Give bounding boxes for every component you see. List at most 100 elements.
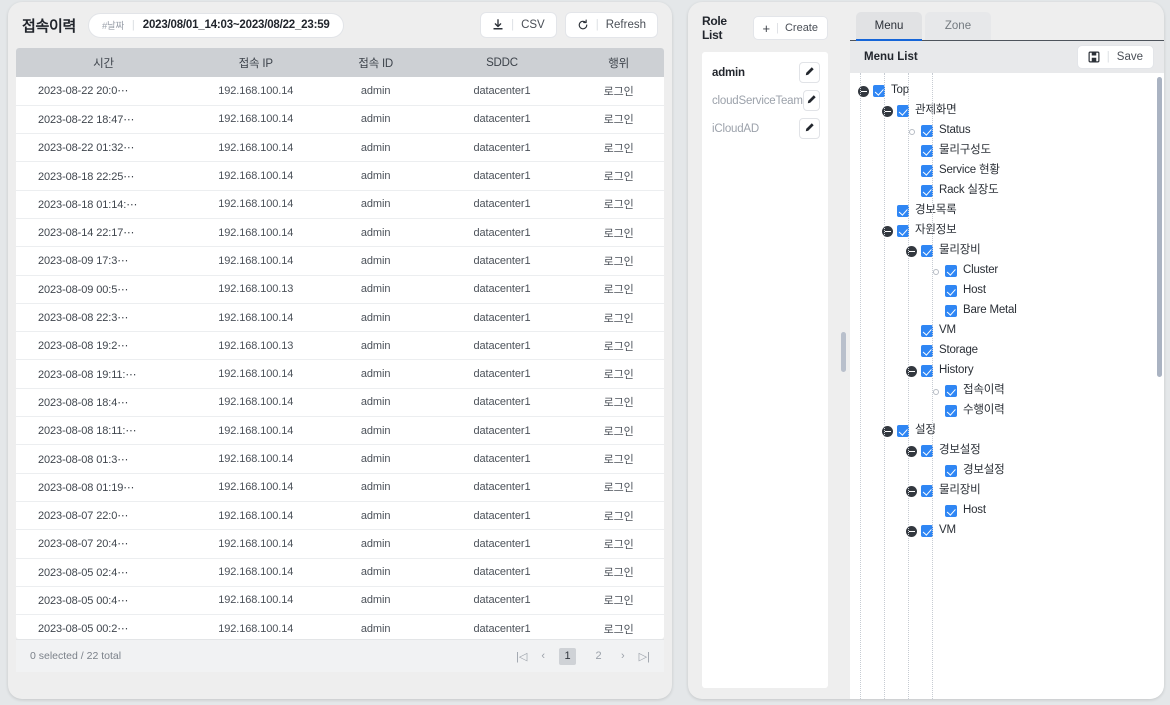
tree-node[interactable]: Rack 실장도 [850, 181, 1158, 201]
tree-node[interactable]: 경보설정 [850, 461, 1158, 481]
save-button[interactable]: | Save [1076, 45, 1154, 69]
refresh-button[interactable]: | Refresh [564, 12, 658, 38]
cell-id: admin [320, 246, 431, 276]
tree-node[interactable]: VM [850, 321, 1158, 341]
cell-id: admin [320, 359, 431, 389]
tab-zone[interactable]: Zone [925, 12, 991, 40]
table-row[interactable]: 2023-08-07 22:0⋯ 192.168.100.14 admin datac… [16, 501, 664, 531]
table-row[interactable]: 2023-08-18 22:25⋯ 192.168.100.14 admin data… [16, 161, 664, 191]
table-row[interactable]: 2023-08-08 01:3⋯ 192.168.100.14 admin datac… [16, 444, 664, 474]
cell-id: admin [320, 558, 431, 587]
tree-node-label: Top [891, 84, 909, 97]
page-button-1[interactable]: 1 [559, 647, 576, 665]
tree-node-label: 물리장비 [939, 244, 981, 257]
tree-checkbox[interactable] [945, 465, 957, 477]
prev-page-button[interactable]: ‹ [541, 650, 545, 662]
cell-action: 로그인 [573, 218, 664, 248]
column-header-sddc[interactable]: SDDC [430, 48, 574, 77]
edit-role-button[interactable] [799, 118, 820, 139]
column-header-id[interactable]: 접속 ID [320, 48, 431, 77]
cell-ip: 192.168.100.14 [190, 246, 321, 276]
table-row[interactable]: 2023-08-18 01:14:⋯ 192.168.100.14 admin dat… [16, 190, 664, 219]
table-row[interactable]: 2023-08-08 19:2⋯ 192.168.100.13 admin datac… [16, 331, 664, 361]
tree-checkbox[interactable] [945, 405, 957, 417]
tree-node-label: 물리구성도 [939, 144, 991, 157]
table-row[interactable]: 2023-08-08 18:11:⋯ 192.168.100.14 admin dat… [16, 416, 664, 446]
role-panel-scrollbar[interactable] [838, 2, 850, 699]
role-list-item[interactable]: admin [712, 60, 820, 85]
role-name: admin [712, 66, 745, 79]
table-row[interactable]: 2023-08-08 19:11:⋯ 192.168.100.14 admin dat… [16, 359, 664, 389]
date-range-filter[interactable]: #날짜 | 2023/08/01_14:03~2023/08/22_23:59 [88, 12, 344, 38]
role-name: iCloudAD [712, 122, 759, 135]
table-row[interactable]: 2023-08-07 20:4⋯ 192.168.100.14 admin datac… [16, 529, 664, 559]
tab-menu[interactable]: Menu [856, 12, 922, 41]
tree-node[interactable]: VM [850, 521, 1158, 541]
edit-role-button[interactable] [802, 90, 820, 111]
tree-checkbox[interactable] [945, 385, 957, 397]
csv-export-button[interactable]: | CSV [480, 12, 557, 38]
tree-node[interactable]: History [850, 361, 1158, 381]
table-row[interactable]: 2023-08-22 20:0⋯ 192.168.100.14 admin datac… [16, 77, 664, 106]
menu-tree-scrollbar[interactable] [1157, 77, 1162, 377]
tree-checkbox[interactable] [945, 285, 957, 297]
tree-node[interactable]: 물리구성도 [850, 141, 1158, 161]
csv-label: CSV [521, 19, 545, 31]
tree-node[interactable]: 수행이력 [850, 401, 1158, 421]
download-icon [492, 19, 504, 31]
tree-node[interactable]: Service 현황 [850, 161, 1158, 181]
first-page-button[interactable]: |◁ [516, 650, 527, 663]
table-row[interactable]: 2023-08-08 22:3⋯ 192.168.100.14 admin datac… [16, 303, 664, 333]
cell-id: admin [320, 303, 431, 333]
tree-node[interactable]: 물리장비 [850, 241, 1158, 261]
page-button-2[interactable]: 2 [590, 648, 607, 665]
tree-checkbox[interactable] [945, 505, 957, 517]
last-page-button[interactable]: ▷| [639, 650, 650, 663]
column-header-ip[interactable]: 접속 IP [190, 48, 321, 77]
tree-node[interactable]: 설정 [850, 421, 1158, 441]
cell-ip: 192.168.100.14 [190, 133, 321, 163]
column-header-action[interactable]: 행위 [573, 48, 664, 77]
tree-node[interactable]: Cluster [850, 261, 1158, 281]
table-row[interactable]: 2023-08-14 22:17⋯ 192.168.100.14 admin data… [16, 218, 664, 248]
tree-checkbox[interactable] [945, 265, 957, 277]
table-row[interactable]: 2023-08-09 00:5⋯ 192.168.100.13 admin datac… [16, 275, 664, 304]
table-row[interactable]: 2023-08-05 00:2⋯ 192.168.100.14 admin datac… [16, 614, 664, 639]
cell-sddc: datacenter1 [430, 416, 574, 446]
cell-time: 2023-08-07 22:0⋯ [16, 501, 191, 531]
table-row[interactable]: 2023-08-22 18:47⋯ 192.168.100.14 admin data… [16, 105, 664, 135]
tree-node[interactable]: 관제화면 [850, 101, 1158, 121]
tree-node[interactable]: Storage [850, 341, 1158, 361]
column-header-time[interactable]: 시간 [16, 48, 191, 77]
cell-time: 2023-08-08 01:3⋯ [16, 444, 191, 474]
tab-label: Zone [944, 20, 972, 32]
cell-action: 로그인 [573, 105, 664, 135]
tree-node[interactable]: 경보설정 [850, 441, 1158, 461]
table-row[interactable]: 2023-08-22 01:32⋯ 192.168.100.14 admin data… [16, 133, 664, 163]
role-list-item[interactable]: cloudServiceTeam [712, 88, 820, 113]
pencil-icon [804, 120, 815, 138]
tree-node[interactable]: 접속이력 [850, 381, 1158, 401]
tree-node[interactable]: 물리장비 [850, 481, 1158, 501]
tree-node[interactable]: Host [850, 501, 1158, 521]
tree-node[interactable]: 경보목록 [850, 201, 1158, 221]
next-page-button[interactable]: › [621, 650, 625, 662]
scrollbar-thumb[interactable] [841, 332, 846, 372]
tree-node[interactable]: Top [850, 81, 1158, 101]
table-row[interactable]: 2023-08-05 02:4⋯ 192.168.100.14 admin datac… [16, 558, 664, 587]
cell-sddc: datacenter1 [430, 388, 574, 418]
tree-node[interactable]: Host [850, 281, 1158, 301]
tree-node[interactable]: Status [850, 121, 1158, 141]
table-row[interactable]: 2023-08-08 01:19⋯ 192.168.100.14 admin data… [16, 473, 664, 502]
cell-action: 로그인 [573, 416, 664, 446]
tree-checkbox[interactable] [945, 305, 957, 317]
cell-time: 2023-08-08 19:2⋯ [16, 331, 191, 361]
table-row[interactable]: 2023-08-08 18:4⋯ 192.168.100.14 admin datac… [16, 388, 664, 418]
create-role-button[interactable]: + | Create [752, 16, 828, 40]
table-row[interactable]: 2023-08-09 17:3⋯ 192.168.100.14 admin datac… [16, 246, 664, 276]
role-list-item[interactable]: iCloudAD [712, 116, 820, 141]
table-row[interactable]: 2023-08-05 00:4⋯ 192.168.100.14 admin datac… [16, 586, 664, 616]
tree-node[interactable]: Bare Metal [850, 301, 1158, 321]
edit-role-button[interactable] [799, 62, 820, 83]
tree-node[interactable]: 자원정보 [850, 221, 1158, 241]
